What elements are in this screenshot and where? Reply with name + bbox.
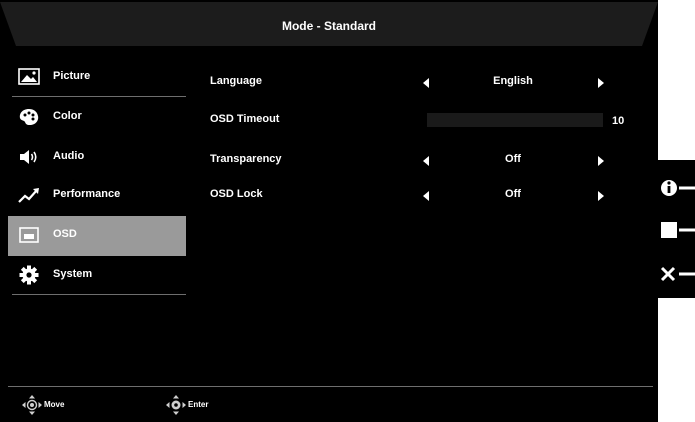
setting-transparency[interactable]: Transparency Off bbox=[210, 153, 640, 173]
setting-osd-lock[interactable]: OSD Lock Off bbox=[210, 188, 640, 208]
info-key-icon bbox=[661, 180, 695, 196]
picture-icon bbox=[18, 68, 40, 85]
setting-osd-timeout[interactable]: OSD Timeout 10 bbox=[210, 113, 640, 133]
divider bbox=[12, 294, 186, 295]
osd-menu: Mode - Standard Picture Color Audio Perf… bbox=[0, 0, 658, 422]
speaker-icon bbox=[20, 150, 37, 164]
sidebar-item-color[interactable]: Color bbox=[8, 98, 186, 138]
sidebar-item-audio[interactable]: Audio bbox=[8, 138, 186, 178]
osd-window-icon bbox=[19, 227, 39, 243]
sidebar-item-label: OSD bbox=[53, 228, 77, 240]
osd-timeout-slider[interactable] bbox=[427, 113, 603, 127]
arrow-left-icon[interactable] bbox=[423, 156, 429, 166]
palette-icon bbox=[19, 109, 39, 125]
footer-enter-label: Enter bbox=[188, 400, 209, 409]
sidebar-item-label: System bbox=[53, 268, 93, 280]
arrow-right-icon[interactable] bbox=[598, 156, 604, 166]
setting-language[interactable]: Language English bbox=[210, 75, 640, 95]
hardware-key-panel bbox=[658, 160, 695, 298]
page-title: Mode - Standard bbox=[281, 19, 376, 33]
footer-divider bbox=[8, 386, 653, 387]
sidebar-item-label: Color bbox=[53, 110, 82, 122]
divider bbox=[12, 96, 186, 97]
arrow-right-icon[interactable] bbox=[598, 78, 604, 88]
close-key-icon bbox=[660, 266, 695, 282]
sidebar-item-performance[interactable]: Performance bbox=[8, 176, 186, 216]
setting-label: OSD Timeout bbox=[210, 113, 280, 125]
trend-arrow-icon bbox=[18, 188, 39, 203]
joystick-press-icon bbox=[166, 395, 186, 415]
sidebar-item-system[interactable]: System bbox=[8, 256, 186, 296]
sidebar-item-osd[interactable]: OSD bbox=[8, 216, 186, 256]
osd-lock-value: Off bbox=[505, 188, 521, 200]
transparency-value: Off bbox=[505, 153, 521, 165]
arrow-right-icon[interactable] bbox=[598, 191, 604, 201]
sidebar-item-label: Picture bbox=[53, 70, 91, 82]
setting-label: OSD Lock bbox=[210, 188, 263, 200]
square-key-icon bbox=[661, 222, 695, 238]
sidebar-item-label: Audio bbox=[53, 150, 85, 162]
sidebar-item-picture[interactable]: Picture bbox=[8, 58, 186, 98]
square-key-button[interactable] bbox=[658, 216, 695, 244]
arrow-left-icon[interactable] bbox=[423, 78, 429, 88]
setting-label: Language bbox=[210, 75, 262, 87]
setting-label: Transparency bbox=[210, 153, 282, 165]
info-key-button[interactable] bbox=[658, 174, 695, 202]
sidebar-item-label: Performance bbox=[53, 188, 121, 200]
osd-header: Mode - Standard bbox=[0, 0, 658, 47]
footer-move-label: Move bbox=[44, 400, 65, 409]
close-key-button[interactable] bbox=[658, 260, 695, 288]
osd-timeout-value: 10 bbox=[612, 115, 625, 127]
arrow-left-icon[interactable] bbox=[423, 191, 429, 201]
gear-icon bbox=[19, 265, 39, 285]
language-value: English bbox=[493, 75, 533, 87]
joystick-move-icon bbox=[22, 395, 42, 415]
